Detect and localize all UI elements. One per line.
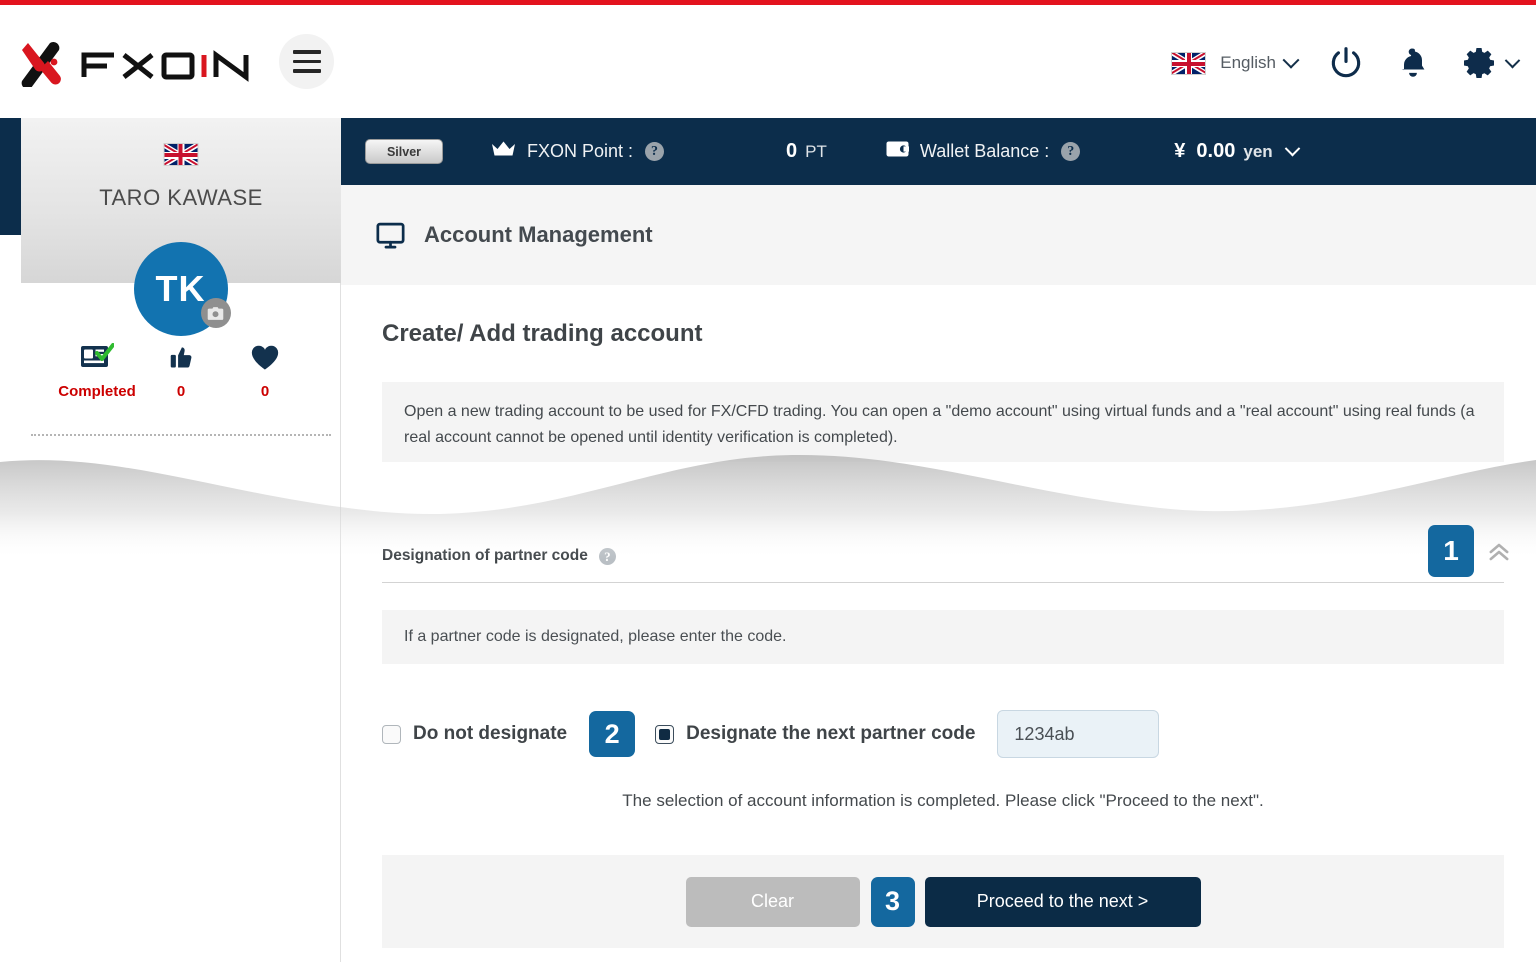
step-badge-3: 3 <box>870 876 915 927</box>
gear-settings-icon[interactable] <box>1461 45 1497 81</box>
radio-label-designate-partner-code[interactable]: Designate the next partner code <box>686 723 975 745</box>
language-label[interactable]: English <box>1220 53 1276 73</box>
uk-flag-icon <box>163 143 198 166</box>
radio-do-not-designate[interactable] <box>382 724 401 744</box>
profile-sidebar: TARO KAWASE TK Completed 0 0 <box>21 118 341 962</box>
hamburger-bar <box>292 59 321 64</box>
stat-value: Completed <box>58 383 136 400</box>
header-actions: English <box>1171 35 1521 91</box>
action-bar: Clear 3 Proceed to the next > <box>382 855 1504 948</box>
app-header: English <box>0 5 1536 118</box>
sidebar-divider <box>31 434 331 436</box>
camera-icon[interactable] <box>200 298 231 328</box>
info-description: Open a new trading account to be used fo… <box>382 382 1504 462</box>
partner-code-heading: Designation of partner code <box>382 547 588 564</box>
wallet-balance-label: Wallet Balance : <box>919 141 1050 161</box>
completion-message: The selection of account information is … <box>622 791 1264 810</box>
fxon-point-group: FXON Point : ? <box>491 140 665 163</box>
fxon-point-label: FXON Point : <box>527 141 634 161</box>
account-status-bar: Silver FXON Point : ? 0 PT Wallet Balanc… <box>341 118 1536 185</box>
partner-code-hint: If a partner code is designated, please … <box>382 610 1504 664</box>
profile-stats: Completed 0 0 <box>21 340 341 400</box>
wallet-balance-unit: yen <box>1243 141 1273 161</box>
monitor-screen-icon <box>375 220 406 251</box>
step-badge-2: 2 <box>589 711 636 757</box>
help-icon[interactable]: ? <box>598 548 616 565</box>
fxon-logo-icon <box>21 41 61 87</box>
hamburger-bar <box>292 69 321 73</box>
bell-notification-icon[interactable] <box>1395 45 1431 81</box>
help-icon[interactable]: ? <box>645 142 665 161</box>
stat-favorites[interactable]: 0 <box>223 340 307 400</box>
page-title-bar: Account Management <box>341 185 1536 285</box>
radio-label-do-not-designate[interactable]: Do not designate <box>413 723 567 745</box>
partner-code-heading-row: Designation of partner code ? <box>382 547 1504 583</box>
clear-button[interactable]: Clear <box>685 876 860 927</box>
stat-value: 0 <box>260 383 270 400</box>
chevron-down-icon[interactable] <box>1284 140 1300 157</box>
fxon-point-unit: PT <box>805 141 827 161</box>
proceed-button[interactable]: Proceed to the next > <box>924 876 1201 927</box>
stat-likes[interactable]: 0 <box>139 340 223 400</box>
hamburger-menu-icon[interactable] <box>279 34 334 89</box>
step-badge-1: 1 <box>1428 525 1474 577</box>
partner-code-options: Do not designate 2 Designate the next pa… <box>382 708 1504 760</box>
hamburger-bar <box>292 50 321 54</box>
chevron-down-icon[interactable] <box>1504 52 1521 68</box>
power-icon[interactable] <box>1327 44 1365 82</box>
wallet-balance-group: Wallet Balance : ? <box>886 140 1081 163</box>
wallet-icon <box>886 140 909 163</box>
wallet-balance-value: 0.00 <box>1196 140 1236 162</box>
partner-code-input[interactable] <box>997 710 1160 758</box>
left-accent-strip <box>0 118 21 235</box>
profile-user-name: TARO KAWASE <box>99 185 263 210</box>
wallet-balance-value-group[interactable]: ¥ 0.00 yen <box>1174 140 1300 163</box>
chevron-down-icon[interactable] <box>1282 51 1300 69</box>
stat-value: 0 <box>176 383 186 400</box>
tier-badge[interactable]: Silver <box>365 139 443 164</box>
stat-verification[interactable]: Completed <box>55 340 139 400</box>
fxon-point-value: 0 <box>786 140 798 162</box>
page-title: Account Management <box>424 222 653 247</box>
help-icon[interactable]: ? <box>1061 142 1081 161</box>
thumbs-up-icon <box>139 340 223 374</box>
heart-icon <box>223 340 307 374</box>
currency-symbol: ¥ <box>1174 140 1186 162</box>
crown-icon <box>491 140 516 163</box>
fxon-logo[interactable] <box>18 33 249 91</box>
main-content-card: Create/ Add trading account Open a new t… <box>341 285 1536 962</box>
id-card-verified-icon <box>55 340 139 374</box>
section-title: Create/ Add trading account <box>382 320 703 347</box>
radio-designate-partner-code[interactable] <box>655 724 675 744</box>
avatar-initials: TK <box>155 268 206 309</box>
fxon-wordmark-icon <box>81 50 249 82</box>
double-chevron-up-icon[interactable] <box>1485 538 1513 571</box>
uk-flag-icon <box>1171 51 1207 75</box>
fxon-point-value-group: 0 PT <box>786 140 827 163</box>
